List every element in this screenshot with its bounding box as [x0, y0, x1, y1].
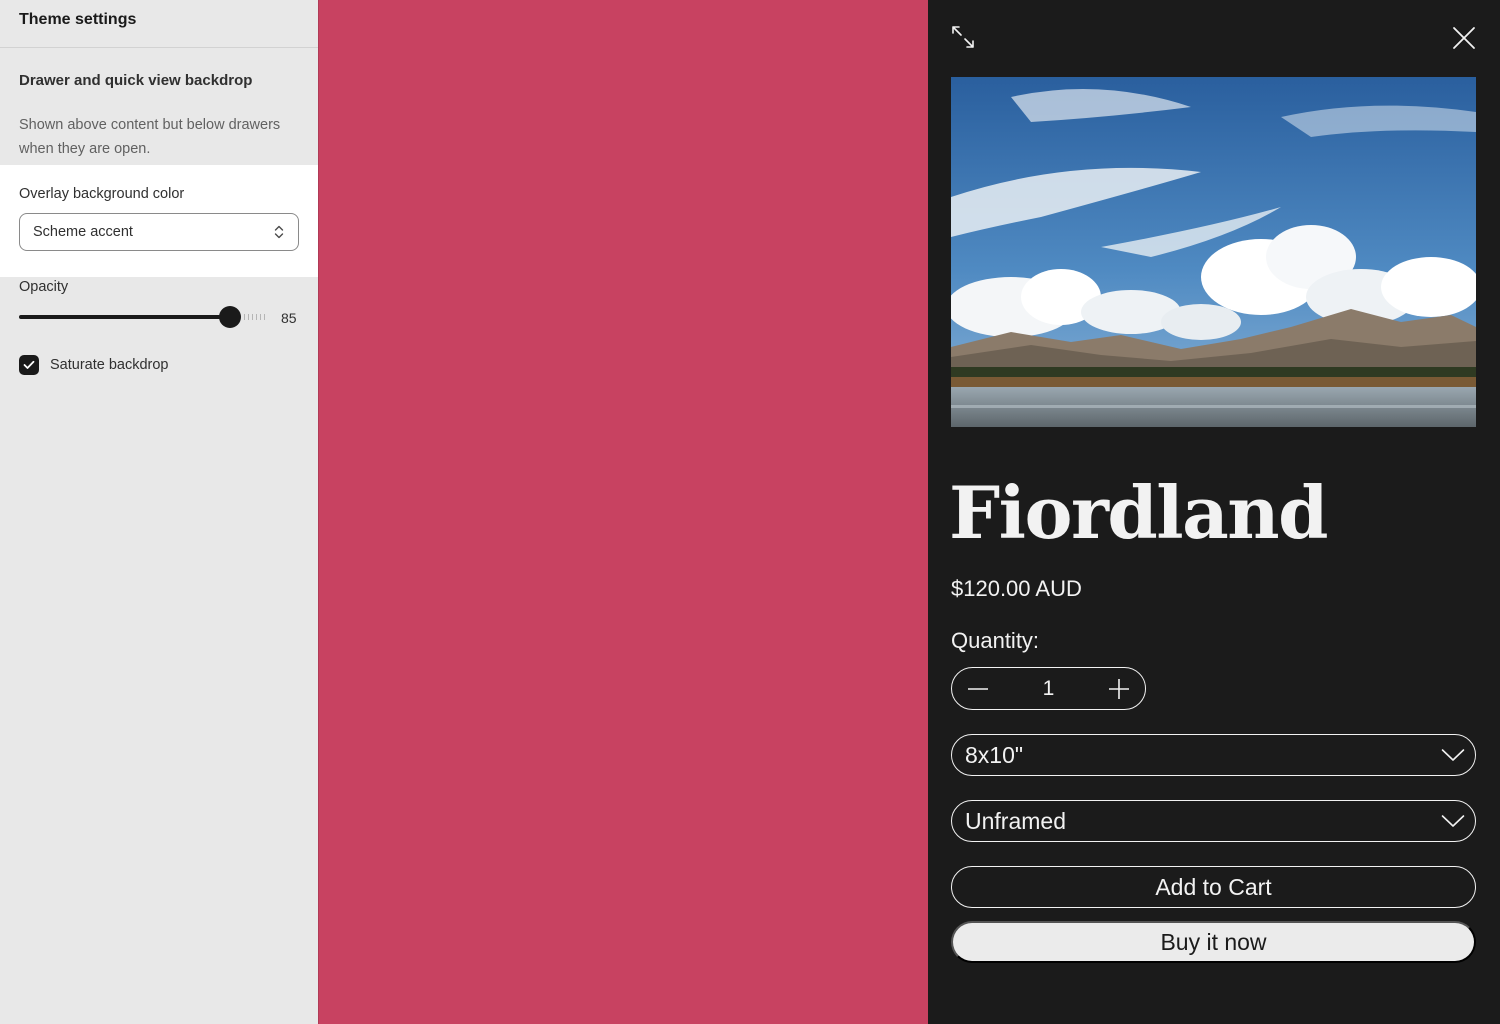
quick-view-drawer: Fiordland $120.00 AUD Quantity: 1 8x10" … [928, 0, 1500, 1024]
opacity-label: Opacity [19, 279, 69, 295]
opacity-slider[interactable] [19, 306, 267, 328]
quantity-value[interactable]: 1 [1043, 677, 1055, 701]
drawer-backdrop[interactable] [318, 0, 928, 1024]
saturate-backdrop-checkbox[interactable]: Saturate backdrop [19, 355, 169, 375]
overlay-color-select[interactable]: Scheme accent [19, 213, 299, 251]
group-description: Shown above content but below drawers wh… [19, 117, 281, 157]
chevron-down-icon [1441, 815, 1465, 827]
buy-now-button[interactable]: Buy it now [951, 921, 1476, 963]
close-button[interactable] [1446, 20, 1482, 56]
quantity-label: Quantity: [951, 628, 1040, 653]
frame-select-value: Unframed [965, 807, 1066, 834]
product-title: Fiordland [949, 470, 1328, 555]
group-title: Drawer and quick view backdrop [19, 72, 253, 89]
size-select-value: 8x10" [965, 741, 1024, 768]
slider-track-ticks [244, 314, 265, 320]
minus-icon [968, 687, 988, 690]
slider-track-fill [19, 315, 230, 319]
settings-title: Theme settings [19, 11, 137, 28]
add-to-cart-button[interactable]: Add to Cart [951, 866, 1476, 908]
decrease-quantity-button[interactable] [966, 677, 990, 701]
product-price: $120.00 AUD [951, 576, 1082, 601]
settings-header: Theme settings [0, 0, 318, 48]
product-image [951, 77, 1476, 427]
frame-select[interactable]: Unframed [951, 800, 1476, 842]
landscape-photo [951, 77, 1476, 427]
size-select[interactable]: 8x10" [951, 734, 1476, 776]
chevron-down-icon [1441, 749, 1465, 761]
quantity-stepper: 1 [951, 667, 1146, 710]
saturate-backdrop-label: Saturate backdrop [50, 357, 169, 373]
expand-button[interactable] [946, 20, 980, 54]
select-arrows-icon [274, 225, 284, 239]
theme-settings-panel: Theme settings Drawer and quick view bac… [0, 0, 318, 1024]
expand-arrows-icon [952, 26, 974, 48]
checkmark-icon [23, 360, 35, 369]
plus-icon [1109, 678, 1129, 699]
slider-thumb[interactable] [219, 306, 241, 328]
increase-quantity-button[interactable] [1107, 677, 1131, 701]
close-icon [1453, 27, 1475, 49]
checkbox-checked[interactable] [19, 355, 39, 375]
overlay-color-value: Scheme accent [33, 224, 133, 240]
opacity-value: 85 [281, 310, 297, 326]
overlay-color-label: Overlay background color [19, 186, 185, 202]
